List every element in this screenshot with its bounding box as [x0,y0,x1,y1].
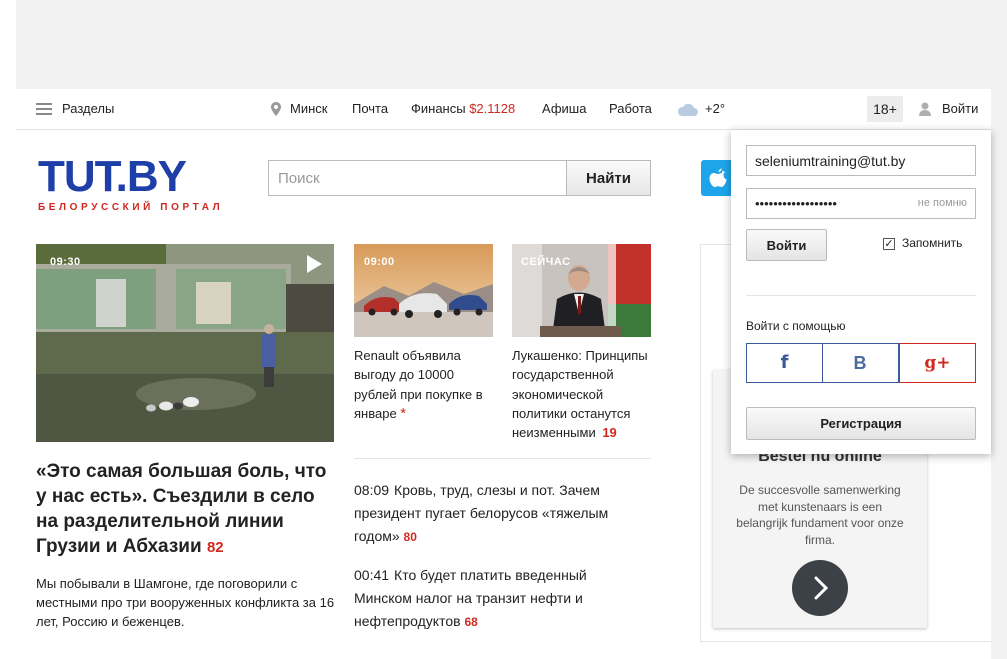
card-lukashenko-title[interactable]: Лукашенко: Принципы государственной экон… [512,346,654,442]
news-time: 00:41 [354,567,390,583]
main-story-photo[interactable]: 09:30 [36,244,334,442]
password-field[interactable]: •••••••••••••••••• не помню [746,188,976,219]
google-login-button[interactable]: g+ [899,343,976,383]
age-rating-badge: 18+ [867,96,903,122]
finance-link[interactable]: Финансы $2.1128 [411,89,515,129]
main-story-lead: Мы побывали в Шамгоне, где поговорили с … [36,576,335,629]
social-login-label: Войти с помощью [746,319,846,333]
comment-count: 19 [602,425,617,441]
news-item[interactable]: 08:09 Кровь, труд, слезы и пот. Зачем пре… [354,479,644,549]
popup-divider [746,295,976,296]
play-icon[interactable] [307,255,322,273]
main-story-image [36,244,334,442]
search-input[interactable] [268,160,567,196]
advert-mark: * [400,404,407,422]
cloud-icon [677,103,698,116]
facebook-icon: f [780,352,789,373]
news-title: Кровь, труд, слезы и пот. Зачем президен… [354,482,609,544]
register-button[interactable]: Регистрация [746,407,976,440]
vk-login-button[interactable]: B [822,343,899,383]
forgot-password-link[interactable]: не помню [918,189,967,218]
finance-value: $2.1128 [469,101,516,116]
remember-checkbox[interactable]: ✓ [883,238,895,250]
sections-link[interactable]: Разделы [62,89,114,129]
news-divider [354,458,651,459]
video-duration: 09:30 [50,256,81,268]
apple-icon [709,168,727,187]
card-renault-title-text: Renault объявила выгоду до 10000 рублей … [354,348,483,421]
facebook-login-button[interactable]: f [746,343,823,383]
card-lukashenko-title-text: Лукашенко: Принципы государственной экон… [512,348,648,441]
finance-label: Финансы [411,101,466,116]
city-link[interactable]: Минск [290,89,327,129]
search-button[interactable]: Найти [566,160,651,196]
card-lukashenko-image[interactable]: СЕЙЧАС [512,244,651,337]
afisha-link[interactable]: Афиша [542,89,586,129]
chevron-right-icon [814,576,829,600]
comment-count: 68 [464,615,478,629]
mail-link[interactable]: Почта [352,89,388,129]
main-story-title-text: «Это самая большая боль, что у нас есть»… [36,461,327,557]
user-icon [919,102,931,116]
card-time-badge: 09:00 [364,256,395,268]
weather-link[interactable]: +2° [705,89,725,129]
jobs-link[interactable]: Работа [609,89,652,129]
news-time: 08:09 [354,482,390,498]
comment-count: 80 [403,530,417,544]
apple-app-tile[interactable] [701,160,735,196]
ad-next-button[interactable] [792,560,848,616]
google-icon: g+ [924,353,951,373]
remember-label[interactable]: Запомнить [902,236,962,250]
password-mask: •••••••••••••••••• [755,196,837,211]
top-navigation-bar: Разделы Минск Почта Финансы $2.1128 Афиш… [16,89,991,130]
top-ad-area [16,0,991,89]
main-story-title[interactable]: «Это самая большая боль, что у нас есть»… [36,459,334,560]
logo-subtitle: БЕЛОРУССКИЙ ПОРТАЛ [38,202,224,213]
card-renault-image[interactable]: 09:00 [354,244,493,337]
login-popup: •••••••••••••••••• не помню Войти ✓ Запо… [731,130,991,454]
page-right-strip [991,0,1007,659]
menu-icon[interactable] [36,103,52,115]
search-form: Найти [268,160,651,196]
card-renault-title[interactable]: Renault объявила выгоду до 10000 рублей … [354,346,496,423]
comment-count: 82 [206,539,224,556]
card-live-badge: СЕЙЧАС [521,256,571,268]
site-logo[interactable]: TUT.BY БЕЛОРУССКИЙ ПОРТАЛ [38,152,224,214]
vk-icon: B [853,353,867,373]
login-submit-button[interactable]: Войти [746,229,827,261]
logo-wordmark: TUT.BY [38,152,187,201]
email-field[interactable] [746,145,976,176]
news-item[interactable]: 00:41 Кто будет платить введенный Минском… [354,564,644,634]
location-pin-icon [271,102,281,116]
login-link[interactable]: Войти [942,89,978,129]
ad-banner-text: De succesvolle samenwerking met kunstena… [736,483,904,547]
